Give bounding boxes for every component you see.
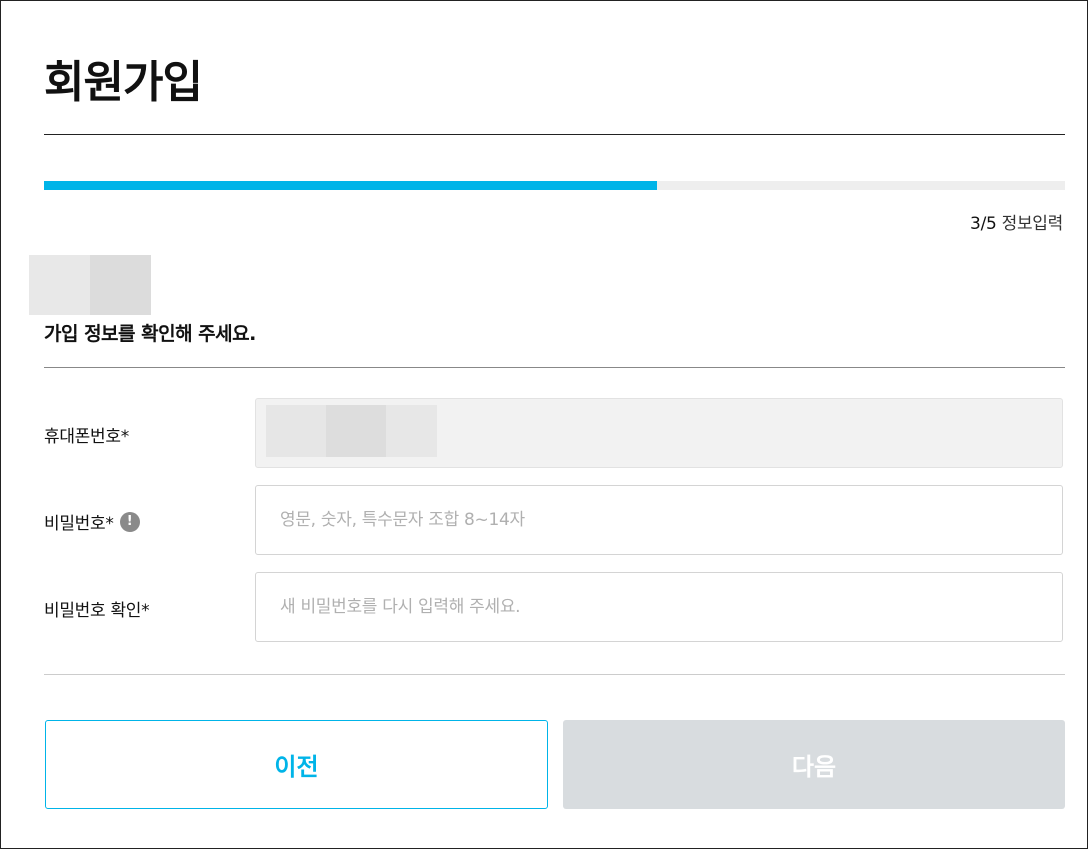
title-divider [44,134,1065,135]
redacted-phone-part [386,405,437,457]
page-title: 회원가입 [44,57,203,108]
password-confirm-input[interactable] [256,573,1062,641]
section-divider [44,367,1065,368]
progress-bar [44,181,1065,190]
phone-label: 휴대폰번호* [44,422,129,447]
password-confirm-field-box [255,572,1063,642]
step-indicator: 3/5 정보입력 [970,209,1063,234]
password-confirm-label: 비밀번호 확인* [44,596,150,621]
password-label-text: 비밀번호* [44,514,114,534]
phone-field [255,398,1063,468]
redacted-phone-part [266,405,326,457]
section-heading: 가입 정보를 확인해 주세요. [44,323,256,345]
password-field-box [255,485,1063,555]
redacted-phone-part [326,405,386,457]
signup-dialog: 회원가입 3/5 정보입력 가입 정보를 확인해 주세요. 휴대폰번호* 비밀번… [0,0,1088,849]
prev-button[interactable]: 이전 [45,720,548,809]
password-label: 비밀번호* ! [44,509,140,534]
redacted-block [90,255,151,315]
form-bottom-divider [44,674,1065,675]
step-label: 정보입력 [1001,214,1064,234]
exclamation-circle-icon[interactable]: ! [119,511,140,532]
password-confirm-label-text: 비밀번호 확인* [44,601,150,621]
next-button[interactable]: 다음 [563,720,1065,809]
redacted-block [29,255,90,315]
progress-bar-fill [44,181,657,190]
step-number: 3/5 [970,214,997,234]
password-input[interactable] [256,486,1062,554]
phone-label-text: 휴대폰번호* [44,427,129,447]
